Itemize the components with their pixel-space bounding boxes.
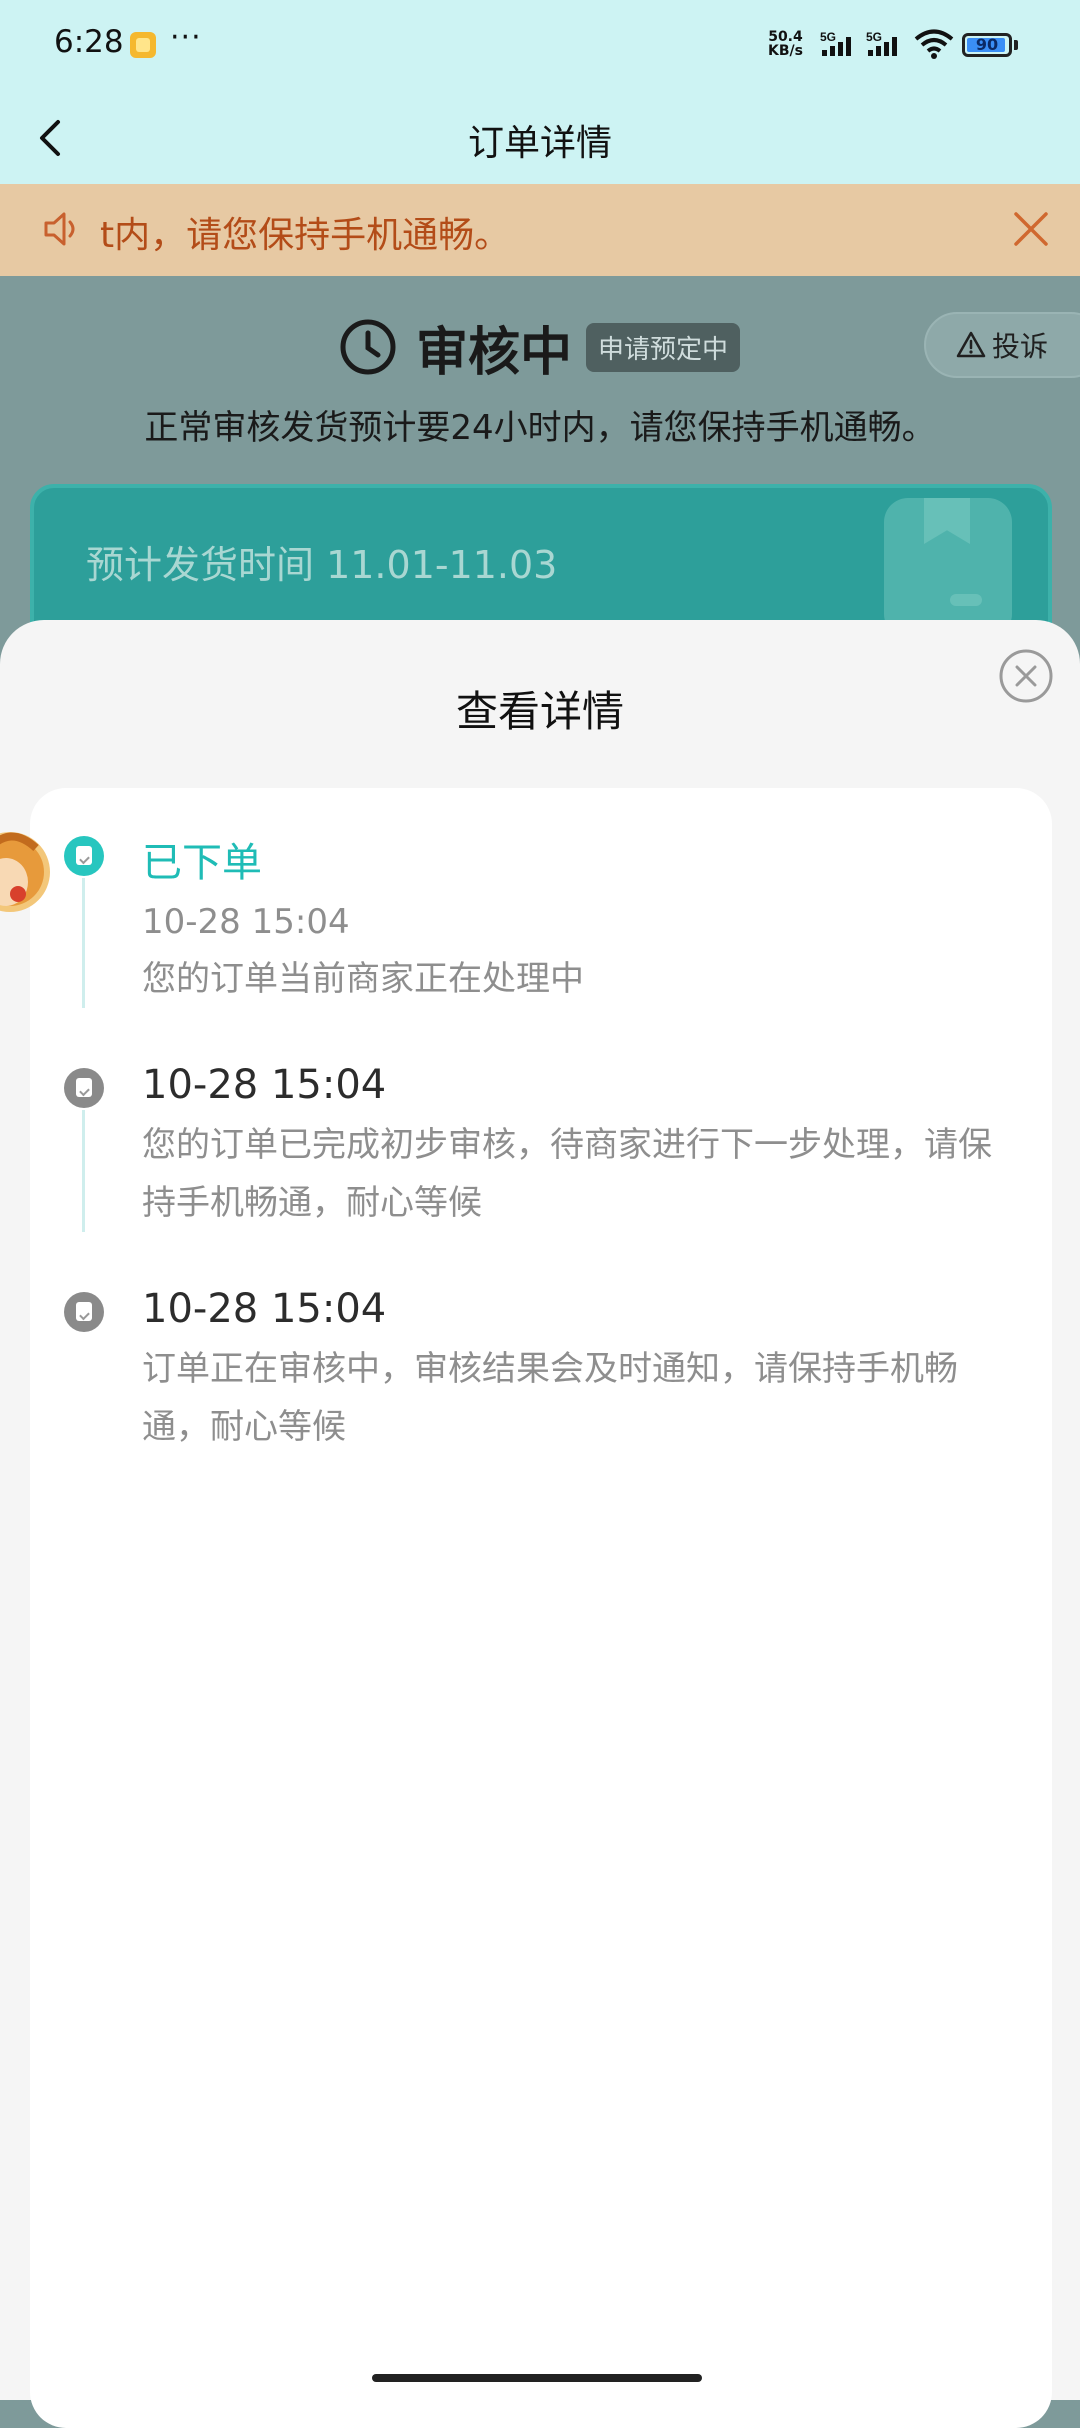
- complaint-label: 投诉: [992, 330, 1049, 363]
- sim1-label: 5G: [820, 30, 836, 44]
- status-description: 正常审核发货预计要24小时内，请您保持手机通畅。: [144, 408, 936, 448]
- network-speed: 50.4 KB/s: [768, 30, 803, 58]
- order-doc-icon: [64, 836, 104, 876]
- speaker-icon: [44, 212, 75, 246]
- status-time: 6:28: [54, 24, 124, 60]
- details-sheet: 查看详情 已下单 10-28 15:04 您的订单当前商家正在处理中 10-28…: [0, 620, 1080, 2428]
- network-speed-value: 50.4: [768, 29, 803, 45]
- page-title: 订单详情: [467, 123, 612, 164]
- clock-icon: [340, 319, 396, 375]
- battery-tip: [1014, 40, 1018, 50]
- timeline-heading: 10-28 15:04: [142, 1286, 387, 1332]
- more-notifications-icon: ···: [170, 20, 202, 55]
- timeline-description: 您的订单当前商家正在处理中: [142, 959, 584, 999]
- home-indicator[interactable]: [372, 2374, 702, 2382]
- notification-app-icon: [130, 32, 156, 58]
- order-status-area: 审核中 申请预定中 投诉 正常审核发货预计要24小时内，请您保持手机通畅。 预计…: [0, 276, 1080, 684]
- sheet-title: 查看详情: [455, 687, 624, 736]
- status-title-row: 审核中 申请预定中: [338, 312, 741, 383]
- order-doc-icon: [64, 1068, 104, 1108]
- timeline-heading: 已下单: [142, 840, 262, 886]
- mascot-avatar[interactable]: [0, 820, 50, 922]
- status-tag: 申请预定中: [586, 322, 741, 372]
- timeline-heading: 10-28 15:04: [142, 1062, 387, 1108]
- order-doc-icon: [64, 1292, 104, 1332]
- battery-level: 90: [975, 35, 999, 54]
- notice-text: t内，请您保持手机通畅。: [100, 215, 511, 256]
- status-title: 审核中: [416, 322, 573, 383]
- timeline-description: 订单正在审核中，审核结果会及时通知，请保持手机畅通，耐心等候: [142, 1349, 958, 1447]
- network-speed-unit: KB/s: [768, 43, 803, 59]
- nav-bar: 订单详情: [0, 92, 1080, 184]
- timeline-time: 10-28 15:04: [142, 902, 350, 942]
- timeline-card: 已下单 10-28 15:04 您的订单当前商家正在处理中 10-28 15:0…: [30, 788, 1052, 2428]
- timeline-description: 您的订单已完成初步审核，待商家进行下一步处理，请保持手机畅通，耐心等候: [142, 1125, 992, 1223]
- notice-bar: t内，请您保持手机通畅。: [0, 184, 1080, 276]
- notice-close-icon[interactable]: [1012, 210, 1050, 248]
- battery-icon: 90: [962, 33, 1012, 57]
- timeline-connector: [82, 878, 85, 1008]
- sim2-label: 5G: [866, 30, 882, 44]
- wifi-icon: [914, 29, 954, 59]
- package-icon: [884, 498, 1012, 638]
- status-bar: 6:28 ··· 50.4 KB/s 5G 5G 90: [0, 0, 1080, 92]
- timeline-connector: [82, 1110, 85, 1232]
- complaint-button[interactable]: 投诉: [924, 312, 1080, 378]
- warning-icon: [956, 331, 986, 358]
- close-circle-icon[interactable]: [998, 648, 1054, 704]
- shipping-estimate: 预计发货时间 11.01-11.03: [86, 543, 558, 587]
